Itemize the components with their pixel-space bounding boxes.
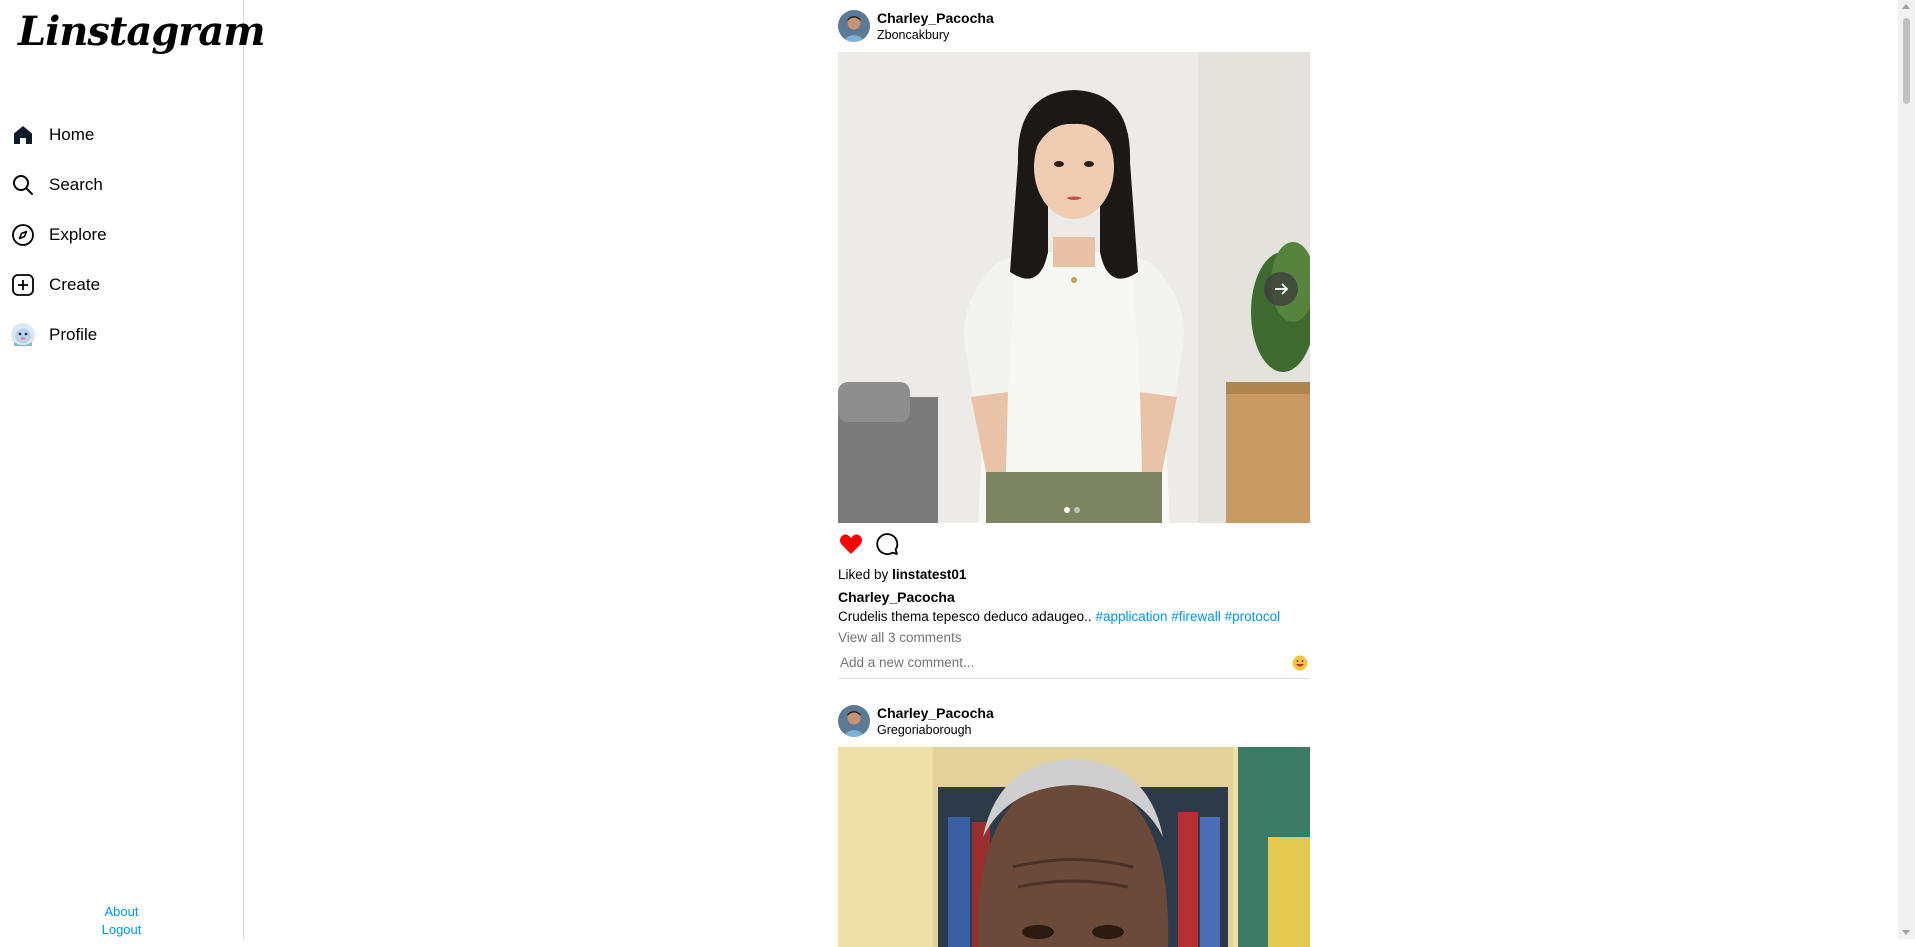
post-header-names: Charley_Pacocha Zboncakbury xyxy=(877,9,994,44)
post-header-names: Charley_Pacocha Gregoriaborough xyxy=(877,704,994,739)
like-button[interactable] xyxy=(838,531,864,557)
sidebar-item-profile[interactable]: Profile xyxy=(0,316,243,354)
scroll-down-arrow[interactable] xyxy=(1902,930,1910,935)
post: Charley_Pacocha Gregoriaborough xyxy=(838,695,1310,947)
compass-icon xyxy=(10,222,36,248)
sidebar-item-label: Profile xyxy=(49,325,98,344)
emoji-button[interactable] xyxy=(1290,653,1310,673)
post-image[interactable] xyxy=(838,747,1310,947)
heart-icon xyxy=(840,534,862,554)
post-photo-woman xyxy=(838,52,1310,523)
comment-input[interactable] xyxy=(838,655,1258,670)
sidebar-item-label: Explore xyxy=(49,225,107,244)
likes-text: Liked by linstatest01 xyxy=(838,565,1310,584)
scroll-up-arrow[interactable] xyxy=(1902,4,1910,9)
scrollbar-thumb[interactable] xyxy=(1903,18,1910,104)
post-photo-man xyxy=(838,747,1310,947)
post-actions xyxy=(838,523,1310,561)
avatar-icon xyxy=(10,322,36,348)
sidebar-item-label: Create xyxy=(49,275,101,294)
sidebar-item-home[interactable]: Home xyxy=(0,116,243,154)
view-comments-link[interactable]: View all 3 comments xyxy=(838,628,1310,647)
plus-square-icon xyxy=(10,272,36,298)
likes-user[interactable]: linstatest01 xyxy=(892,567,966,582)
hashtag-link[interactable]: #application xyxy=(1095,609,1167,624)
post-header: Charley_Pacocha Zboncakbury xyxy=(838,0,1310,52)
sidebar-nav: Home Search Explore Create Profile xyxy=(0,116,243,366)
app-logo[interactable]: Linstagram xyxy=(18,8,266,55)
avatar[interactable] xyxy=(838,705,870,737)
carousel-indicator xyxy=(1064,507,1080,513)
post-username[interactable]: Charley_Pacocha xyxy=(877,704,994,722)
post-location[interactable]: Zboncakbury xyxy=(877,27,994,44)
sidebar-footer: About Logout xyxy=(0,903,243,939)
post-header: Charley_Pacocha Gregoriaborough xyxy=(838,695,1310,747)
sidebar-item-label: Search xyxy=(49,175,103,194)
caption-text: Crudelis thema tepesco deduco adaugeo.. xyxy=(838,609,1092,624)
post-image[interactable] xyxy=(838,52,1310,523)
about-link[interactable]: About xyxy=(0,903,243,921)
feed: Charley_Pacocha Zboncakbury Liked by lin… xyxy=(838,0,1310,947)
sidebar: Linstagram Home Search Explore Create Pr… xyxy=(0,0,266,939)
comment-button[interactable] xyxy=(874,531,900,557)
carousel-next-button[interactable] xyxy=(1264,272,1298,306)
sidebar-item-create[interactable]: Create xyxy=(0,266,243,304)
home-icon xyxy=(10,122,36,148)
post: Charley_Pacocha Zboncakbury Liked by lin… xyxy=(838,0,1310,679)
arrow-right-icon xyxy=(1275,283,1289,295)
avatar[interactable] xyxy=(838,10,870,42)
caption-username[interactable]: Charley_Pacocha xyxy=(838,588,1310,607)
page-scrollbar[interactable] xyxy=(1898,0,1915,939)
sidebar-item-search[interactable]: Search xyxy=(0,166,243,204)
sidebar-item-explore[interactable]: Explore xyxy=(0,216,243,254)
emoji-icon xyxy=(1292,655,1308,670)
hashtag-link[interactable]: #firewall xyxy=(1171,609,1221,624)
search-icon xyxy=(10,172,36,198)
comment-form xyxy=(838,649,1310,679)
caption: Crudelis thema tepesco deduco adaugeo.. … xyxy=(838,607,1310,626)
carousel-dot xyxy=(1074,507,1080,513)
carousel-dot xyxy=(1064,507,1070,513)
logout-link[interactable]: Logout xyxy=(0,921,243,939)
hashtag-link[interactable]: #protocol xyxy=(1225,609,1281,624)
comment-icon xyxy=(876,533,899,555)
likes-prefix: Liked by xyxy=(838,567,889,582)
sidebar-item-label: Home xyxy=(49,125,95,144)
post-location[interactable]: Gregoriaborough xyxy=(877,722,994,739)
post-username[interactable]: Charley_Pacocha xyxy=(877,9,994,27)
